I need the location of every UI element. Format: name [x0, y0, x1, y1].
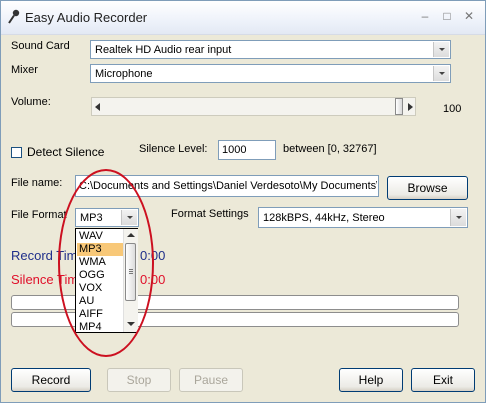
silence-time-label: Silence Tim — [11, 272, 79, 287]
list-item[interactable]: AIFF — [77, 308, 123, 321]
pause-button[interactable]: Pause — [179, 368, 243, 392]
volume-slider[interactable] — [91, 97, 416, 116]
main-panel: Sound Card Realtek HD Audio rear input M… — [1, 35, 485, 402]
exit-button[interactable]: Exit — [411, 368, 475, 392]
mixer-select[interactable]: Microphone — [90, 64, 451, 83]
maximize-icon[interactable]: □ — [437, 7, 457, 25]
volume-slider-thumb[interactable] — [395, 98, 403, 115]
silence-range-text: between [0, 32767] — [283, 143, 377, 155]
file-format-dropdown-list[interactable]: WAV MP3 WMA OGG VOX AU AIFF MP4 — [75, 228, 138, 333]
silence-level-label: Silence Level: — [139, 143, 208, 155]
format-settings-label: Format Settings — [171, 208, 249, 220]
format-settings-value: 128kBPS, 44kHz, Stereo — [263, 212, 385, 224]
file-name-input[interactable]: C:\Documents and Settings\Daniel Verdeso… — [75, 175, 379, 197]
record-time-label: Record Tim — [11, 248, 78, 263]
format-settings-select[interactable]: 128kBPS, 44kHz, Stereo — [258, 207, 468, 228]
sound-card-value: Realtek HD Audio rear input — [95, 44, 232, 56]
file-format-select[interactable]: MP3 — [75, 208, 139, 227]
window-title: Easy Audio Recorder — [25, 10, 148, 25]
list-item[interactable]: VOX — [77, 282, 123, 295]
detect-silence-label: Detect Silence — [27, 145, 105, 159]
detect-silence-checkbox[interactable] — [11, 147, 22, 158]
stop-button[interactable]: Stop — [107, 368, 171, 392]
list-item[interactable]: WAV — [77, 230, 123, 243]
sound-card-select[interactable]: Realtek HD Audio rear input — [90, 40, 451, 59]
file-name-value: C:\Documents and Settings\Daniel Verdeso… — [79, 180, 377, 192]
scroll-up-icon[interactable] — [127, 233, 135, 237]
list-item[interactable]: MP4 — [77, 321, 123, 333]
volume-value: 100 — [443, 103, 462, 115]
close-icon[interactable]: ✕ — [459, 7, 479, 25]
mixer-value: Microphone — [95, 68, 153, 80]
list-item[interactable]: MP3 — [77, 243, 123, 256]
file-format-label: File Format — [11, 209, 67, 221]
scrollbar-thumb[interactable] — [125, 243, 136, 301]
volume-label: Volume: — [11, 96, 51, 108]
microphone-icon — [8, 9, 20, 24]
browse-button[interactable]: Browse — [387, 176, 468, 200]
silence-level-value: 1000 — [222, 144, 247, 156]
file-name-label: File name: — [11, 177, 63, 189]
list-item[interactable]: OGG — [77, 269, 123, 282]
dropdown-scrollbar[interactable] — [123, 229, 138, 332]
silence-level-input[interactable]: 1000 — [218, 140, 276, 160]
chevron-down-icon[interactable] — [121, 210, 137, 225]
mixer-label: Mixer — [11, 64, 38, 76]
record-time-value: 0:00 — [140, 248, 166, 263]
right-arrow-icon[interactable] — [408, 103, 413, 111]
sound-card-label: Sound Card — [11, 40, 70, 52]
list-item[interactable]: WMA — [77, 256, 123, 269]
left-arrow-icon[interactable] — [95, 103, 100, 111]
silence-time-value: 0:00 — [140, 272, 166, 287]
list-item[interactable]: AU — [77, 295, 123, 308]
title-bar[interactable]: Easy Audio Recorder – □ ✕ — [1, 1, 485, 35]
help-button[interactable]: Help — [339, 368, 403, 392]
scroll-down-icon[interactable] — [127, 322, 135, 326]
app-window: Easy Audio Recorder – □ ✕ Sound Card Rea… — [0, 0, 486, 403]
minimize-icon[interactable]: – — [415, 7, 435, 25]
file-format-value: MP3 — [80, 212, 103, 224]
chevron-down-icon[interactable] — [450, 209, 466, 226]
chevron-down-icon[interactable] — [433, 42, 449, 57]
record-button[interactable]: Record — [11, 368, 91, 392]
chevron-down-icon[interactable] — [433, 66, 449, 81]
